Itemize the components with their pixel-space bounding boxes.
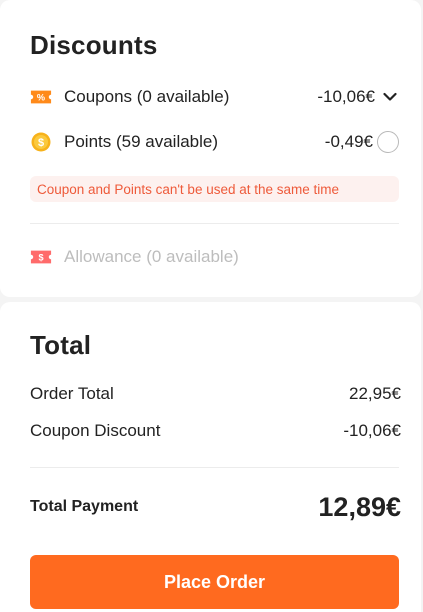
coupons-label: Coupons (0 available) — [64, 87, 230, 106]
total-divider — [30, 467, 399, 468]
points-label: Points (59 available) — [64, 132, 219, 151]
svg-text:%: % — [37, 93, 45, 103]
coupon-discount-row: Coupon Discount -10,06€ — [30, 417, 401, 445]
points-amount: -0,49€ — [324, 132, 373, 151]
coupon-discount-value: -10,06€ — [343, 421, 401, 440]
coupons-row[interactable]: % Coupons (0 available) -10,06€ — [30, 83, 399, 111]
svg-text:$: $ — [38, 137, 44, 149]
coupon-points-warning: Coupon and Points can't be used at the s… — [30, 176, 399, 202]
total-payment-value: 12,89€ — [318, 491, 401, 522]
allowance-ticket-icon: $ — [30, 246, 52, 268]
order-total-value: 22,95€ — [349, 384, 401, 403]
total-payment-row: Total Payment 12,89€ — [30, 490, 401, 524]
coupons-amount: -10,06€ — [317, 87, 375, 106]
place-order-button[interactable]: Place Order — [30, 555, 399, 609]
coupon-percent-icon: % — [30, 86, 52, 108]
order-total-row: Order Total 22,95€ — [30, 380, 401, 408]
total-title: Total — [30, 330, 92, 360]
points-coin-icon: $ — [30, 131, 52, 153]
svg-text:$: $ — [38, 253, 43, 263]
discounts-divider — [30, 223, 399, 224]
discounts-card: Discounts % Coupons (0 available) -10,06… — [0, 0, 421, 297]
points-radio[interactable] — [377, 131, 399, 153]
total-payment-label: Total Payment — [30, 498, 139, 515]
points-row[interactable]: $ Points (59 available) -0,49€ — [30, 128, 399, 156]
allowance-row[interactable]: $ Allowance (0 available) — [30, 243, 399, 271]
coupon-discount-label: Coupon Discount — [30, 421, 161, 440]
chevron-down-icon[interactable] — [381, 88, 399, 106]
allowance-label: Allowance (0 available) — [64, 247, 239, 266]
discounts-title: Discounts — [30, 30, 158, 60]
order-total-label: Order Total — [30, 384, 114, 403]
